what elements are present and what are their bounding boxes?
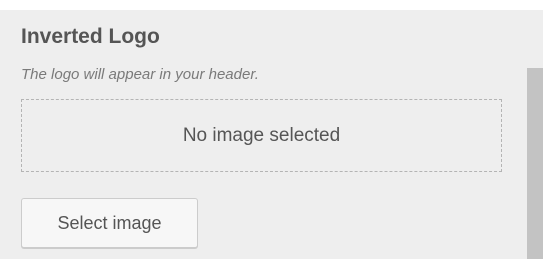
control-title: Inverted Logo — [21, 25, 160, 48]
scrollbar-thumb[interactable] — [527, 68, 543, 259]
placeholder-text: No image selected — [182, 124, 341, 146]
control-description: The logo will appear in your header. — [21, 66, 259, 83]
select-image-button[interactable]: Select image — [21, 198, 198, 248]
image-placeholder: No image selected — [21, 99, 502, 172]
